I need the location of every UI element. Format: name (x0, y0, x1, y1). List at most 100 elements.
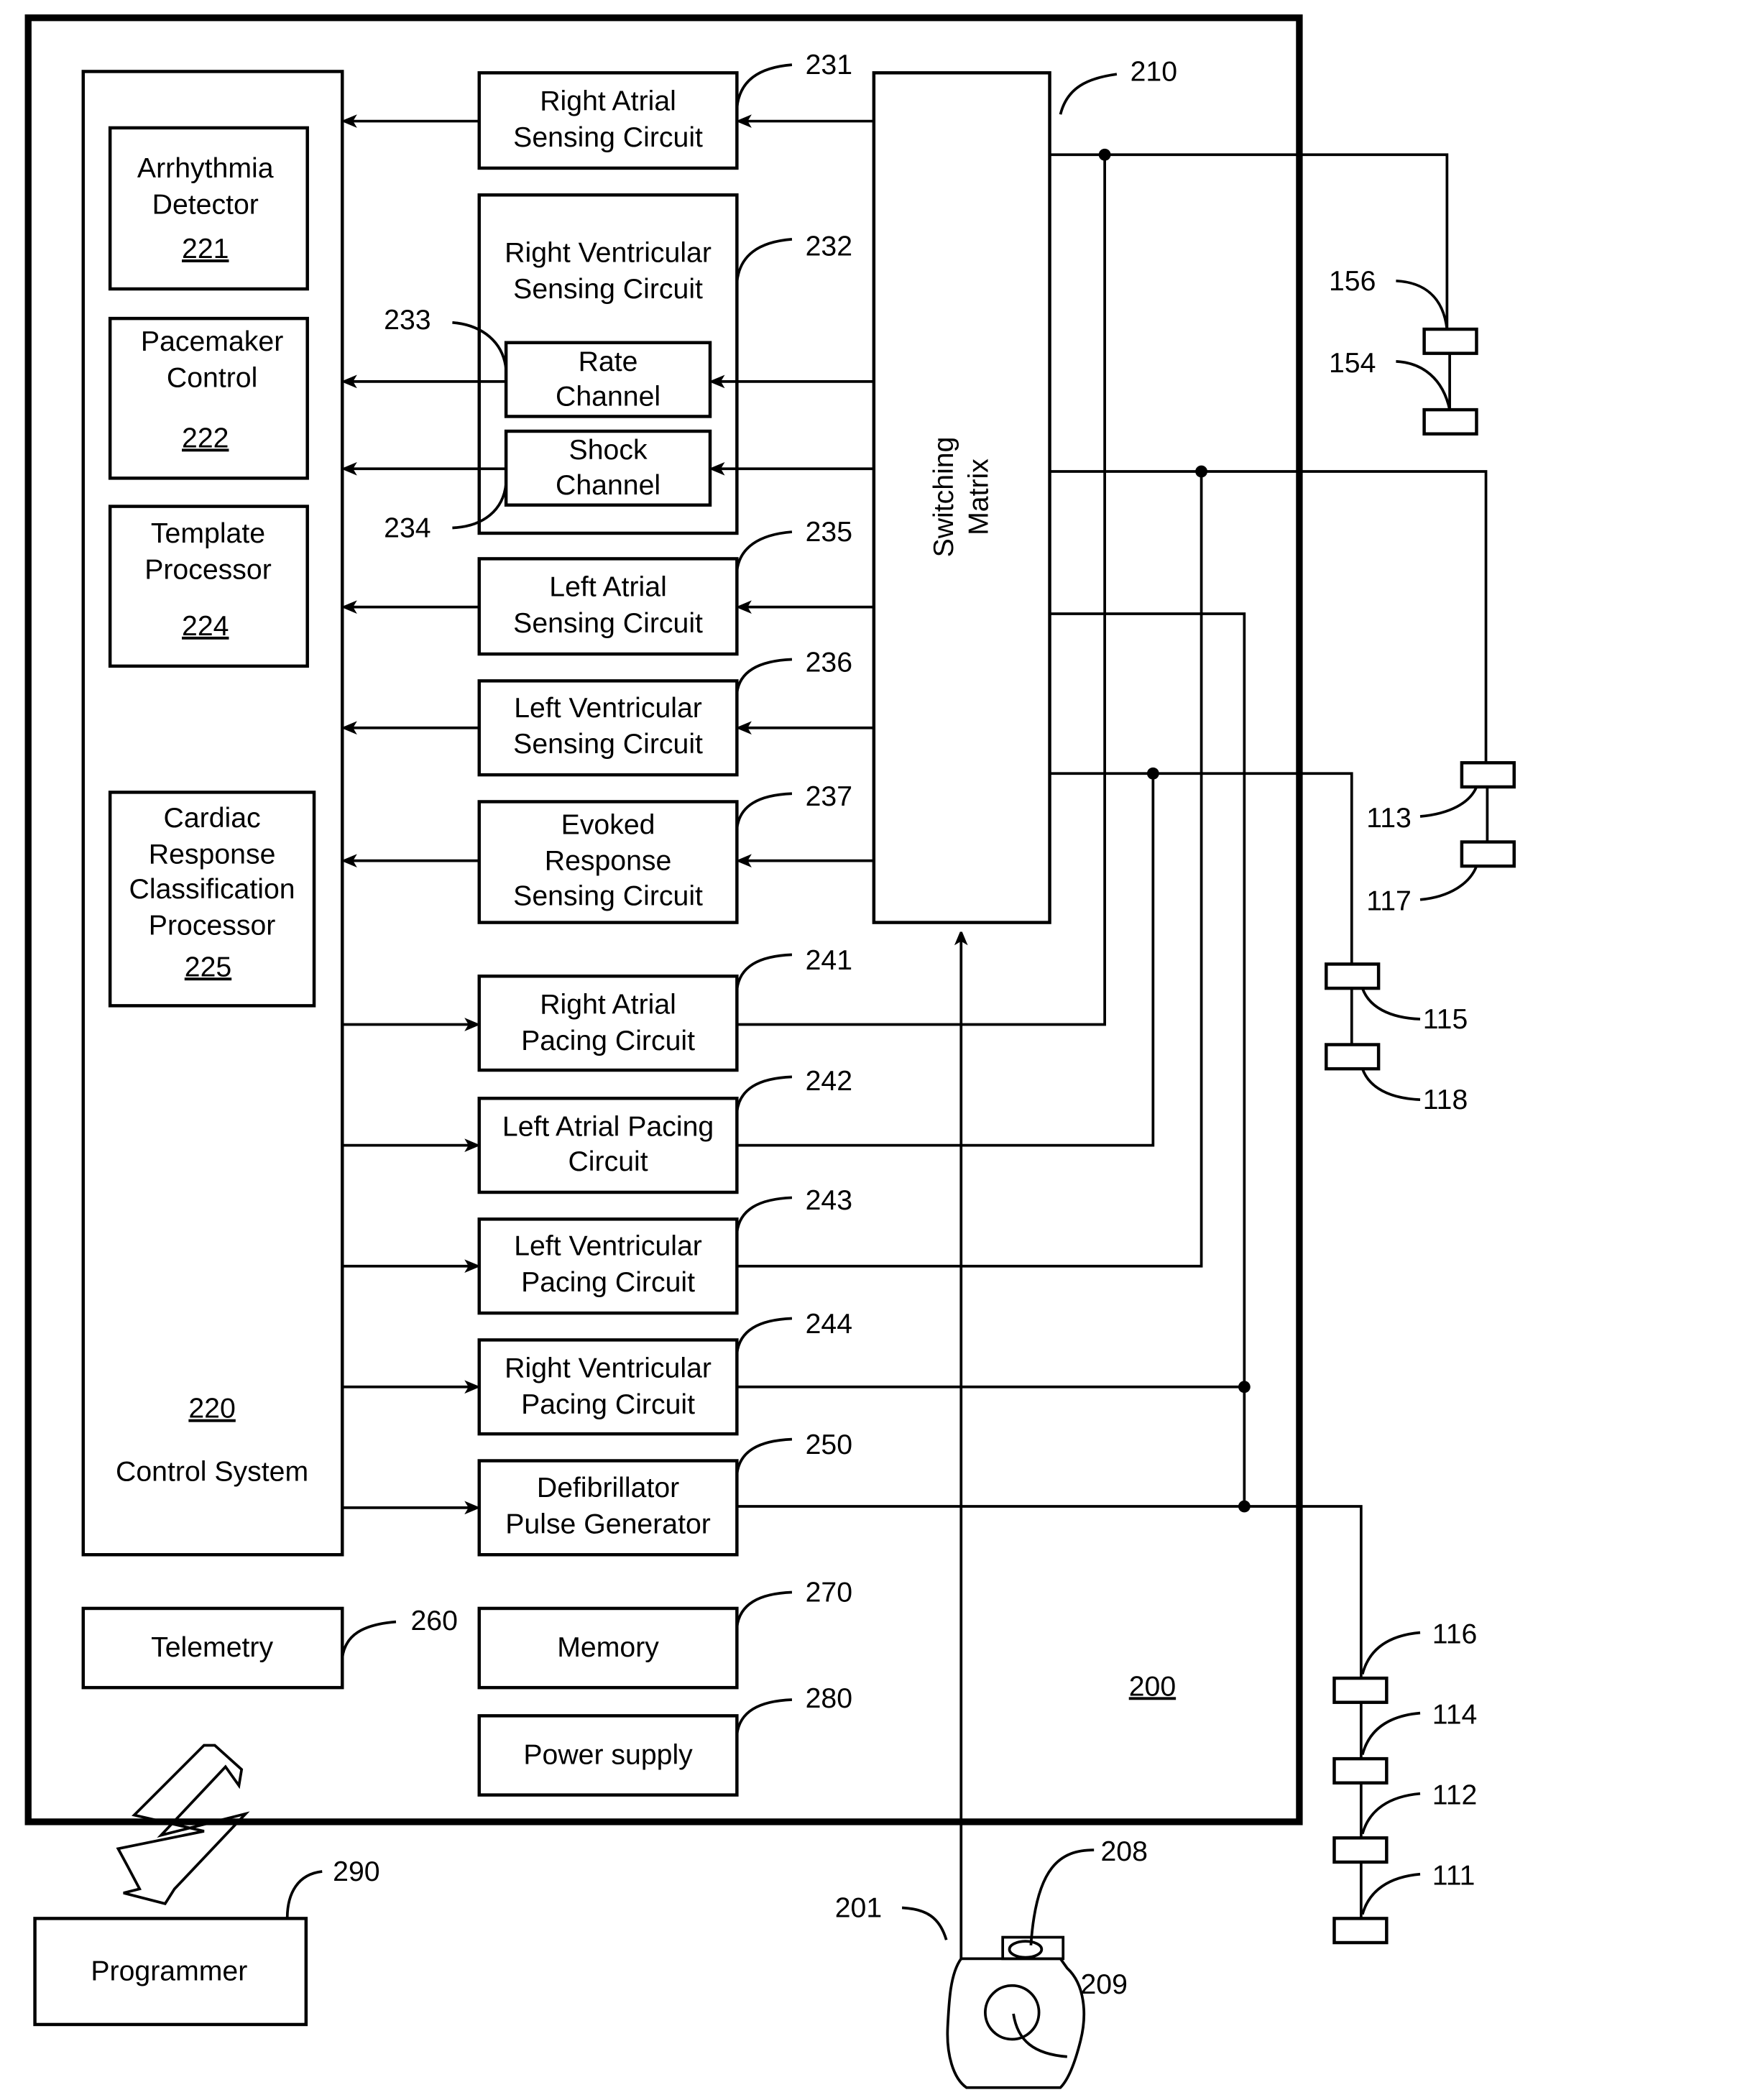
arrhythmia-detector: Arrhythmia Detector 221 (108, 126, 309, 291)
memory-block: Memory 270 (477, 1577, 852, 1690)
electrode-114: 114 (1432, 1699, 1478, 1731)
template-processor-line2: Processor (144, 553, 272, 585)
power-supply-label: Power supply (523, 1739, 693, 1771)
lead-d-electrodes: 116 114 112 111 (1332, 1618, 1478, 1945)
lv-pacing-ref: 243 (806, 1184, 852, 1216)
rv-sensing-ref: 232 (806, 230, 852, 262)
crc-processor-line4: Processor (149, 909, 276, 941)
lv-sensing-line2: Sensing Circuit (513, 728, 703, 760)
switching-matrix-ref: 210 (1131, 56, 1177, 88)
header-ref: 208 (1101, 1836, 1148, 1867)
can-ref: 209 (1080, 1968, 1127, 2000)
er-sensing-line3: Sensing Circuit (513, 880, 703, 911)
defib-line1: Defibrillator (537, 1472, 679, 1503)
lv-sensing-line1: Left Ventricular (514, 692, 702, 724)
electrode-111: 111 (1432, 1860, 1475, 1892)
rv-sensing-line1: Right Ventricular (505, 237, 712, 269)
template-processor: Template Processor 224 (108, 505, 309, 668)
pacemaker-control-ref: 222 (182, 422, 229, 453)
crc-processor-line3: Classification (129, 873, 295, 905)
housing-ref: 201 (835, 1892, 882, 1924)
electrode-118: 118 (1423, 1084, 1468, 1115)
electrode-112: 112 (1432, 1779, 1478, 1811)
programmer-label: Programmer (91, 1955, 247, 1986)
rate-channel-line1: Rate (579, 346, 638, 377)
lv-pacing-line1: Left Ventricular (514, 1230, 702, 1262)
electrode-117: 117 (1366, 885, 1412, 917)
electrode-154: 154 (1329, 347, 1376, 379)
housing-can: 201 208 209 (835, 1836, 1148, 2089)
shock-channel-line1: Shock (569, 434, 648, 466)
block-diagram: 200 220 Control System Arrhythmia Detect… (24, 14, 1516, 2089)
power-supply-block: Power supply 280 (477, 1682, 852, 1797)
la-sensing-line2: Sensing Circuit (513, 607, 703, 639)
programmer-ref: 290 (333, 1856, 379, 1887)
defib-ref: 250 (806, 1429, 852, 1460)
device-ref: 200 (1129, 1670, 1176, 1702)
memory-label: Memory (557, 1631, 659, 1663)
left-atrial-pacing-circuit: Left Atrial Pacing Circuit 242 (342, 1065, 852, 1194)
rv-sensing-line2: Sensing Circuit (513, 273, 703, 305)
pacemaker-control-line2: Control (167, 361, 257, 393)
template-processor-line1: Template (151, 517, 265, 549)
evoked-response-sensing-circuit: Evoked Response 237 Sensing Circuit (345, 780, 874, 924)
power-supply-ref: 280 (806, 1682, 852, 1714)
ra-pacing-line2: Pacing Circuit (521, 1025, 695, 1056)
shock-channel-ref: 234 (384, 512, 431, 544)
rv-pacing-ref: 244 (806, 1308, 852, 1340)
telemetry-ref: 260 (411, 1605, 458, 1636)
defibrillator-pulse-generator: Defibrillator Pulse Generator 250 (342, 1429, 852, 1557)
cardiac-response-classification-processor: Cardiac Response Classification Processo… (108, 791, 316, 1008)
la-pacing-ref: 242 (806, 1065, 852, 1097)
template-processor-ref: 224 (182, 610, 229, 642)
crc-processor-ref: 225 (185, 951, 231, 982)
electrode-156: 156 (1329, 265, 1376, 297)
arrhythmia-detector-line1: Arrhythmia (137, 152, 274, 184)
rate-channel-line2: Channel (556, 381, 660, 413)
er-sensing-line1: Evoked (561, 809, 655, 840)
rv-pacing-line2: Pacing Circuit (521, 1389, 695, 1420)
switching-matrix-line2: Matrix (963, 459, 995, 535)
telemetry-label: Telemetry (151, 1631, 273, 1663)
shock-channel-line2: Channel (556, 469, 660, 501)
la-pacing-line1: Left Atrial Pacing (502, 1111, 714, 1143)
la-sensing-ref: 235 (806, 516, 852, 548)
lv-pacing-line2: Pacing Circuit (521, 1266, 695, 1298)
telemetry-block: Telemetry 260 (81, 1605, 458, 1690)
lead-c-electrodes: 115 118 (1325, 962, 1468, 1115)
la-sensing-line1: Left Atrial (549, 571, 667, 603)
crc-processor-line1: Cardiac (164, 802, 261, 834)
er-sensing-ref: 237 (806, 780, 852, 812)
ra-pacing-ref: 241 (806, 944, 852, 976)
electrode-115: 115 (1423, 1003, 1468, 1035)
memory-ref: 270 (806, 1577, 852, 1608)
right-ventricular-pacing-circuit: Right Ventricular Pacing Circuit 244 (342, 1308, 852, 1436)
rv-pacing-line1: Right Ventricular (505, 1353, 712, 1384)
electrode-116: 116 (1432, 1618, 1478, 1650)
electrode-113: 113 (1366, 802, 1412, 834)
er-sensing-line2: Response (545, 845, 672, 877)
programmer-block: Programmer 290 (33, 1856, 380, 2027)
switching-matrix: Switching Matrix 210 (872, 56, 1177, 924)
lead-a-electrodes: 156 154 (1329, 265, 1478, 436)
la-pacing-line2: Circuit (568, 1146, 648, 1177)
defib-line2: Pulse Generator (505, 1508, 711, 1539)
crc-processor-line2: Response (149, 838, 276, 870)
pacemaker-control: Pacemaker Control 222 (108, 316, 309, 480)
left-ventricular-sensing-circuit: Left Ventricular Sensing Circuit 236 (345, 646, 874, 777)
ra-pacing-line1: Right Atrial (540, 989, 676, 1021)
pacemaker-control-line1: Pacemaker (141, 326, 283, 357)
right-ventricular-sensing-circuit: Right Ventricular Sensing Circuit 232 Ra… (345, 193, 874, 544)
ra-sensing-line1: Right Atrial (540, 86, 676, 117)
right-atrial-sensing-circuit: Right Atrial Sensing Circuit 231 (345, 49, 874, 170)
rate-channel-ref: 233 (384, 304, 431, 336)
lead-b-electrodes: 113 117 (1366, 761, 1516, 917)
control-system-ref: 220 (188, 1393, 235, 1424)
ra-sensing-ref: 231 (806, 49, 852, 80)
right-atrial-pacing-circuit: Right Atrial Pacing Circuit 241 (342, 944, 852, 1072)
arrhythmia-detector-ref: 221 (182, 233, 229, 264)
switching-matrix-line1: Switching (928, 437, 959, 558)
left-ventricular-pacing-circuit: Left Ventricular Pacing Circuit 243 (342, 1184, 852, 1315)
control-system: 220 Control System Arrhythmia Detector 2… (81, 70, 344, 1557)
arrhythmia-detector-line2: Detector (152, 188, 259, 220)
